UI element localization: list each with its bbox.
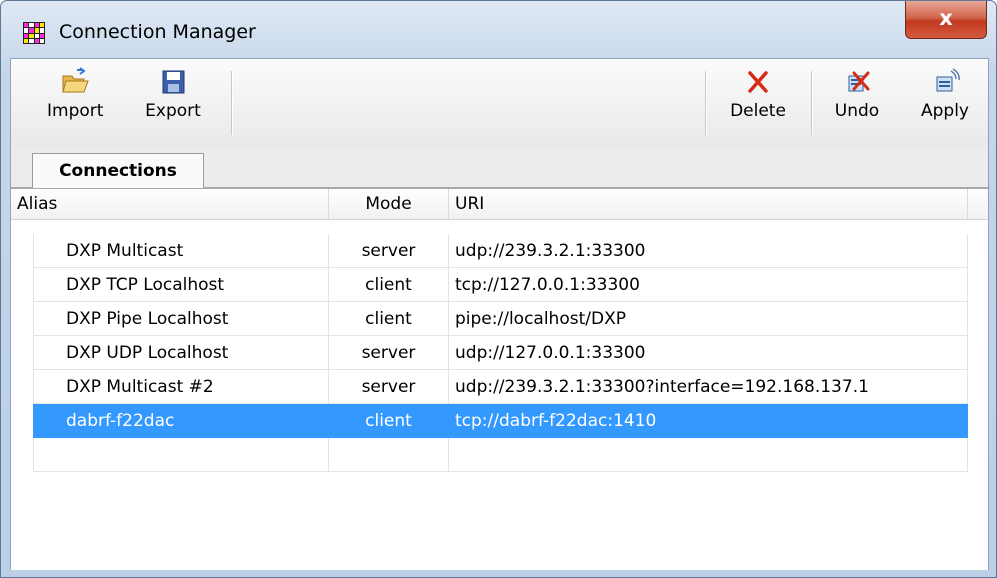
column-header-mode[interactable]: Mode [329, 189, 449, 219]
cell-uri: tcp://127.0.0.1:33300 [449, 268, 968, 302]
save-icon [162, 70, 185, 94]
title-bar[interactable]: Connection Manager x [1, 1, 996, 57]
cell-uri: pipe://localhost/DXP [449, 302, 968, 336]
toolbar-separator [231, 71, 233, 135]
column-header-uri[interactable]: URI [449, 189, 968, 219]
tab-connections[interactable]: Connections [32, 153, 204, 188]
table-row[interactable]: DXP Multicast #2 server udp://239.3.2.1:… [33, 370, 968, 404]
client-area: Import Export Delete Undo Apply Connecti… [10, 58, 989, 570]
cell-mode: server [329, 234, 449, 268]
toolbar: Import Export Delete Undo Apply [11, 59, 988, 147]
toolbar-separator [705, 71, 707, 135]
cell-alias: DXP UDP Localhost [33, 336, 329, 370]
undo-label: Undo [834, 101, 880, 121]
folder-open-icon [62, 67, 89, 93]
cell-uri: tcp://dabrf-f22dac:1410 [449, 404, 968, 438]
app-icon [23, 22, 45, 44]
cell-alias: DXP Pipe Localhost [33, 302, 329, 336]
cell-mode: client [329, 268, 449, 302]
table-row-selected[interactable]: dabrf-f22dac client tcp://dabrf-f22dac:1… [33, 404, 968, 438]
cell-alias: DXP Multicast #2 [33, 370, 329, 404]
delete-label: Delete [730, 101, 786, 121]
close-button[interactable]: x [905, 1, 987, 39]
cell-mode: server [329, 336, 449, 370]
delete-x-icon [748, 71, 768, 93]
undo-icon [848, 71, 870, 92]
close-icon: x [939, 6, 953, 30]
cell-mode[interactable] [329, 438, 449, 472]
cell-alias: dabrf-f22dac [33, 404, 329, 438]
cell-uri: udp://239.3.2.1:33300?interface=192.168.… [449, 370, 968, 404]
export-button[interactable]: Export [139, 67, 207, 121]
cell-mode: client [329, 302, 449, 336]
delete-button[interactable]: Delete [723, 67, 793, 121]
cell-uri: udp://127.0.0.1:33300 [449, 336, 968, 370]
apply-icon [936, 68, 960, 92]
cell-alias[interactable] [33, 438, 329, 472]
connection-manager-window: Connection Manager x Import Export Delet… [0, 0, 997, 578]
column-header-alias[interactable]: Alias [11, 189, 329, 219]
export-label: Export [145, 101, 201, 121]
cell-mode: server [329, 370, 449, 404]
cell-alias: DXP TCP Localhost [33, 268, 329, 302]
table-row[interactable]: DXP Pipe Localhost client pipe://localho… [33, 302, 968, 336]
table-row[interactable]: DXP UDP Localhost server udp://127.0.0.1… [33, 336, 968, 370]
cell-uri[interactable] [449, 438, 968, 472]
import-button[interactable]: Import [47, 67, 103, 121]
table-row-new[interactable] [33, 438, 968, 472]
window-title: Connection Manager [59, 21, 256, 43]
undo-button[interactable]: Undo [831, 67, 883, 121]
cell-uri: udp://239.3.2.1:33300 [449, 234, 968, 268]
tab-strip: Connections [11, 147, 988, 188]
apply-label: Apply [921, 101, 969, 121]
cell-alias: DXP Multicast [33, 234, 329, 268]
table-row[interactable]: DXP Multicast server udp://239.3.2.1:333… [33, 234, 968, 268]
toolbar-separator [811, 71, 813, 135]
table-header: Alias Mode URI [11, 189, 988, 220]
apply-button[interactable]: Apply [913, 67, 977, 121]
import-label: Import [47, 101, 104, 121]
connections-table: Alias Mode URI DXP Multicast server udp:… [11, 188, 988, 570]
table-row[interactable]: DXP TCP Localhost client tcp://127.0.0.1… [33, 268, 968, 302]
cell-mode: client [329, 404, 449, 438]
